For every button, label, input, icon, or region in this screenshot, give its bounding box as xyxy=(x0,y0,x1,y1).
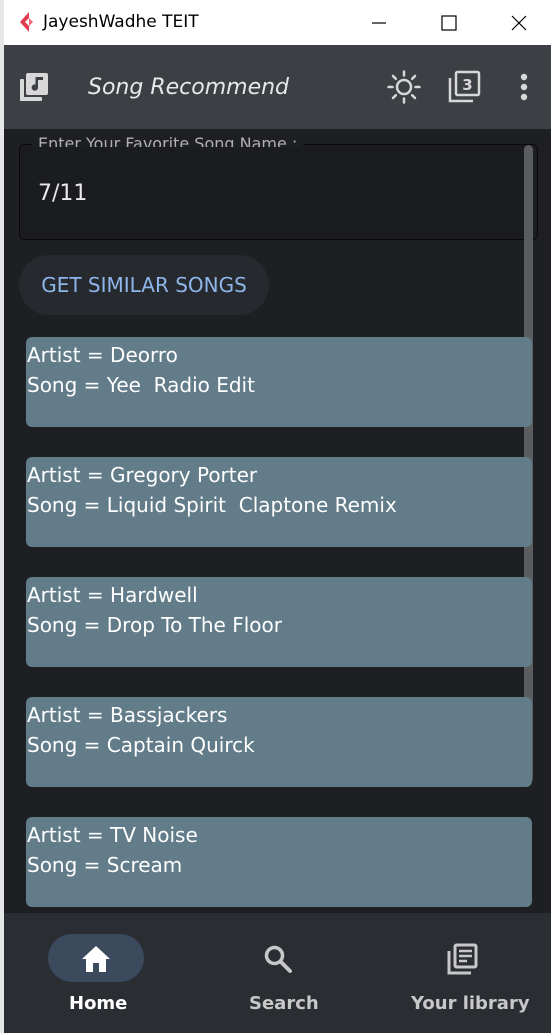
song-text: Song = Yee Radio Edit xyxy=(27,373,255,397)
window-title: JayeshWadhe TEIT xyxy=(43,12,199,32)
nav-item-home[interactable]: Home xyxy=(4,913,188,1033)
home-icon xyxy=(82,946,110,972)
maximize-button[interactable] xyxy=(417,0,481,45)
app-window: JayeshWadhe TEIT Song Recommend 3 Enter … xyxy=(0,0,551,1033)
filter-3-button[interactable]: 3 xyxy=(444,67,484,107)
search-icon xyxy=(264,945,292,973)
song-name-field[interactable]: Enter Your Favorite Song Name : 7/11 xyxy=(19,136,538,240)
artist-text: Artist = Deorro xyxy=(27,343,178,367)
song-card[interactable]: Artist = TV Noise Song = Scream xyxy=(26,817,532,907)
music-library-icon xyxy=(20,73,48,101)
filter-3-icon: 3 xyxy=(448,70,481,103)
artist-text: Artist = Hardwell xyxy=(27,583,198,607)
minimize-button[interactable] xyxy=(347,0,411,45)
song-card[interactable]: Artist = Hardwell Song = Drop To The Flo… xyxy=(26,577,532,667)
get-similar-songs-button[interactable]: GET SIMILAR SONGS xyxy=(19,255,269,315)
more-vert-icon xyxy=(520,73,528,101)
song-name-label: Enter Your Favorite Song Name : xyxy=(32,136,304,147)
results-list: Artist = Deorro Song = Yee Radio Edit Ar… xyxy=(4,337,551,913)
app-content: Song Recommend 3 Enter Your Favorite Son… xyxy=(4,45,551,1033)
minimize-icon xyxy=(372,21,386,24)
artist-text: Artist = Bassjackers xyxy=(27,703,228,727)
app-bar: Song Recommend 3 xyxy=(4,45,551,129)
song-text: Song = Scream xyxy=(27,853,183,877)
maximize-icon xyxy=(441,14,457,31)
song-text: Song = Liquid Spirit Claptone Remix xyxy=(27,493,397,517)
nav-item-search[interactable]: Search xyxy=(188,913,368,1033)
nav-label-library: Your library xyxy=(411,993,530,1014)
app-title: Song Recommend xyxy=(88,75,290,100)
artist-text: Artist = TV Noise xyxy=(27,823,198,847)
song-card[interactable]: Artist = Deorro Song = Yee Radio Edit xyxy=(26,337,532,427)
flutter-app-logo-icon xyxy=(20,12,33,32)
theme-toggle-button[interactable] xyxy=(384,67,424,107)
svg-text:3: 3 xyxy=(462,76,472,94)
song-name-value[interactable]: 7/11 xyxy=(38,181,87,206)
library-icon xyxy=(447,943,478,975)
nav-label-search: Search xyxy=(249,993,319,1014)
song-text: Song = Captain Quirck xyxy=(27,733,255,757)
song-text: Song = Drop To The Floor xyxy=(27,613,282,637)
song-card[interactable]: Artist = Bassjackers Song = Captain Quir… xyxy=(26,697,532,787)
window-titlebar[interactable]: JayeshWadhe TEIT xyxy=(4,0,551,45)
bottom-navigation: Home Search Your library xyxy=(4,913,551,1033)
brightness-icon xyxy=(387,70,421,104)
song-card[interactable]: Artist = Gregory Porter Song = Liquid Sp… xyxy=(26,457,532,547)
close-button[interactable] xyxy=(487,0,551,45)
artist-text: Artist = Gregory Porter xyxy=(27,463,258,487)
more-options-button[interactable] xyxy=(504,67,544,107)
nav-item-library[interactable]: Your library xyxy=(368,913,551,1033)
close-icon xyxy=(511,15,527,30)
nav-label-home: Home xyxy=(69,993,128,1014)
